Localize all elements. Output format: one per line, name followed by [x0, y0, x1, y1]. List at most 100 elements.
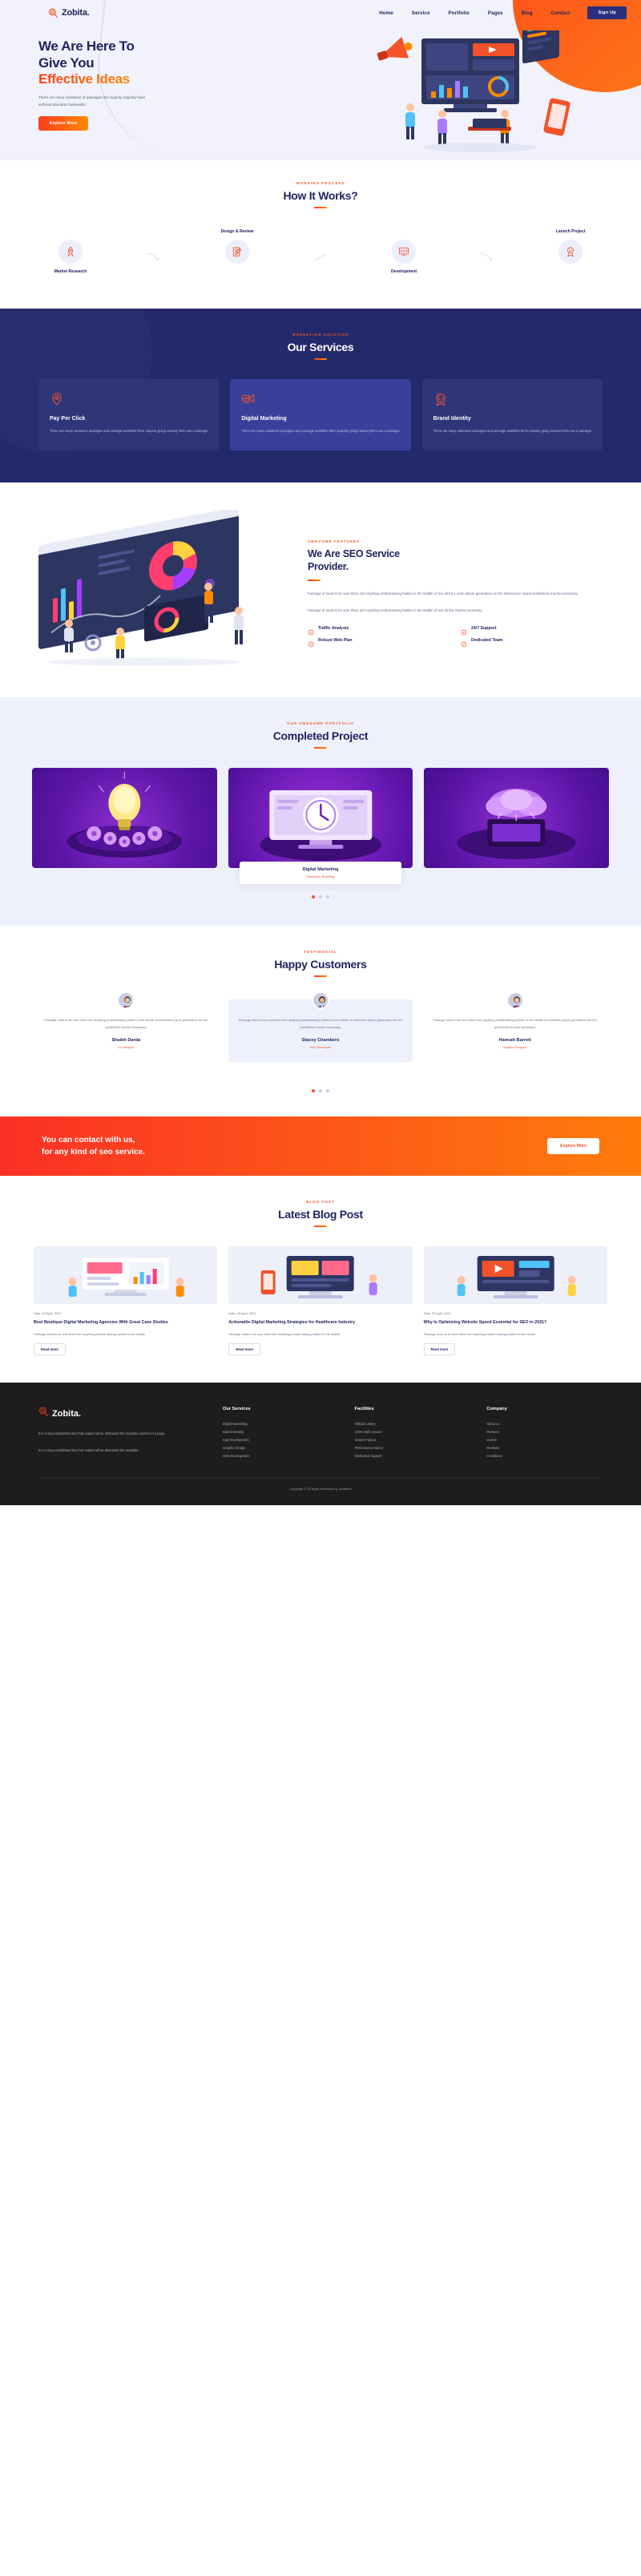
step-development[interactable]: Development: [372, 240, 436, 274]
footer-link[interactable]: 100% Safe Secure: [355, 1428, 471, 1436]
hero-explore-button[interactable]: Explore More: [38, 116, 89, 131]
nav-link-pages[interactable]: Pages: [488, 10, 503, 16]
blog-title: Latest Blog Post: [278, 1207, 363, 1221]
nav-link-portfolio[interactable]: Portfolio: [449, 10, 470, 16]
hero-copy: We Are Here To Give You Effective Ideas …: [38, 21, 279, 131]
footer-link[interactable]: Reviews: [486, 1444, 603, 1452]
signup-button[interactable]: Sign Up: [587, 6, 627, 19]
footer-link[interactable]: About us: [486, 1420, 603, 1428]
step-market-research[interactable]: Market Research: [38, 240, 103, 274]
footer-columns: Zobita. It is a long established fact th…: [38, 1407, 603, 1460]
footer-link[interactable]: Web Development: [223, 1452, 339, 1460]
rocket-icon: [58, 240, 83, 264]
site-footer: Zobita. It is a long established fact th…: [0, 1383, 641, 1506]
hero-heading-line2: Give You: [38, 55, 95, 71]
blog-post-title: Best Boutique Digital Marketing Agencies…: [34, 1319, 168, 1325]
blog-post-text: Passage need to be sure there isn't anyt…: [34, 1331, 147, 1336]
blog-date-label: Date:: [423, 1310, 431, 1315]
portfolio-item-1[interactable]: [32, 768, 217, 869]
nav-link-home[interactable]: Home: [379, 10, 393, 16]
blog-date-value: 03 April, 2021: [236, 1310, 256, 1315]
how-title: How It Works?: [283, 189, 358, 202]
footer-link-list: Digital Marketing Brand Idenelty App Dev…: [223, 1420, 339, 1460]
testimonial-text: Passage need to be sure there isn't anyt…: [433, 1018, 597, 1029]
service-card-digital-marketing[interactable]: Digital Marketing There are many variati…: [230, 379, 411, 451]
check-badge-icon: [308, 625, 314, 636]
blog-date-value: 03 April, 2021: [42, 1310, 62, 1315]
carousel-dot[interactable]: [326, 895, 329, 899]
portfolio-item-3[interactable]: [424, 768, 610, 869]
footer-brand-logo[interactable]: Zobita.: [38, 1407, 207, 1421]
step-launch-project[interactable]: Launch Project: [538, 229, 603, 264]
read-more-button[interactable]: Read more: [228, 1343, 260, 1356]
carousel-dot[interactable]: [326, 1088, 329, 1092]
step-design-review[interactable]: Design & Review: [205, 229, 269, 264]
speed-monitor-illustration: [423, 1246, 607, 1304]
footer-link[interactable]: Partners: [486, 1428, 603, 1436]
read-more-button[interactable]: Read more: [34, 1343, 66, 1356]
how-steps: Market Research Design & Review Developm…: [32, 229, 609, 285]
footer-link[interactable]: Career: [486, 1436, 603, 1444]
footer-link[interactable]: Digital Marketing: [223, 1420, 339, 1428]
seo-heading-line2: Provider.: [308, 561, 349, 573]
footer-link[interactable]: Conditions: [486, 1452, 603, 1460]
check-badge-icon: [461, 637, 467, 648]
blog-post-title: Why Is Optimizing Website Speed Essentia…: [423, 1319, 547, 1325]
footer-link[interactable]: Dedicated Support: [355, 1452, 471, 1460]
feature-label: Robust Web Plan: [318, 638, 353, 644]
blog-date-label: Date:: [228, 1310, 236, 1315]
footer-link[interactable]: Official Lottery: [355, 1420, 471, 1428]
portfolio-eyebrow: OUR AWESOME PORTFOLIO: [287, 721, 354, 726]
testimonial-carousel-dots: [34, 1088, 607, 1092]
testimonial-section: TESTIMONIAL Happy Customers Passage need…: [0, 926, 641, 1116]
hero-illustration: [279, 30, 609, 152]
services-title-rule: [314, 358, 327, 360]
footer-about-paragraph-2: It is a long established fact that reade…: [38, 1447, 139, 1452]
footer-about-paragraph-1: It is a long established fact that reade…: [38, 1431, 166, 1436]
carousel-dot[interactable]: [319, 1088, 322, 1092]
portfolio-carousel-dots: [32, 895, 609, 899]
blog-card-2[interactable]: Date: 03 April, 2021 Actionable Digital …: [228, 1246, 413, 1356]
blog-date: Date: 03 April, 2021: [228, 1311, 412, 1315]
footer-column-heading: Facilities: [354, 1407, 374, 1412]
target-search-icon: [38, 1407, 49, 1421]
launch-badge-icon: [558, 240, 583, 264]
footer-link[interactable]: Performance Bonut: [355, 1444, 471, 1452]
nav-link-service[interactable]: Service: [412, 10, 430, 16]
blog-card-3[interactable]: Date: 03 April, 2021 Why Is Optimizing W…: [423, 1246, 607, 1356]
footer-link[interactable]: Brand Idenelty: [223, 1428, 339, 1436]
footer-link[interactable]: Graphic Design: [223, 1444, 339, 1452]
seo-rule: [308, 579, 320, 582]
carousel-dot[interactable]: [312, 895, 315, 899]
step-label: Development: [390, 269, 417, 274]
portfolio-title: Completed Project: [272, 729, 369, 743]
service-text: There are many variations passages and p…: [433, 429, 591, 433]
target-search-icon: [48, 7, 58, 18]
cta-explore-button[interactable]: Explore More: [547, 1137, 599, 1154]
hero-content: We Are Here To Give You Effective Ideas …: [0, 21, 641, 152]
testimonial-card-1: Passage need to be sure there isn't anyt…: [34, 991, 219, 1061]
nav-link-blog[interactable]: Blog: [522, 10, 533, 16]
portfolio-item-2[interactable]: Digital Marketing Marketing, Branding: [228, 768, 413, 885]
nav-link-contact[interactable]: Contact: [551, 10, 570, 16]
read-more-button[interactable]: Read more: [423, 1343, 456, 1356]
footer-link[interactable]: App Development: [223, 1436, 339, 1444]
testimonial-text: Passage need to be sure there isn't anyt…: [44, 1018, 208, 1029]
footer-link[interactable]: Instant Payout: [355, 1436, 471, 1444]
testimonial-text: Passage need to be sure there isn't anyt…: [238, 1018, 403, 1029]
carousel-dot[interactable]: [319, 895, 322, 899]
testimonial-role: Graphic Designer: [502, 1044, 527, 1049]
service-card-brand-identity[interactable]: Brand Identity There are many variations…: [421, 379, 603, 451]
testimonial-name: Hannah Barrett: [498, 1037, 531, 1043]
footer-column-facilities: Facilities Official Lottery 100% Safe Se…: [355, 1407, 471, 1460]
arrow-icon-2: [312, 252, 329, 263]
seo-copy: AWESOME FEATURES We Are SEO Service Prov…: [308, 536, 606, 648]
service-card-pay-per-click[interactable]: Pay Per Click There are many variations …: [38, 379, 220, 451]
feature-dedicated-team: Dedicated Team: [461, 637, 606, 648]
carousel-dot[interactable]: [312, 1088, 315, 1092]
brand-logo[interactable]: Zobita.: [48, 7, 90, 18]
code-gear-icon: [392, 240, 416, 264]
blog-card-1[interactable]: Date: 03 April, 2021 Best Boutique Digit…: [34, 1246, 218, 1356]
hero-paragraph: There are many variations of passages th…: [38, 95, 146, 107]
how-title-rule: [314, 207, 327, 208]
